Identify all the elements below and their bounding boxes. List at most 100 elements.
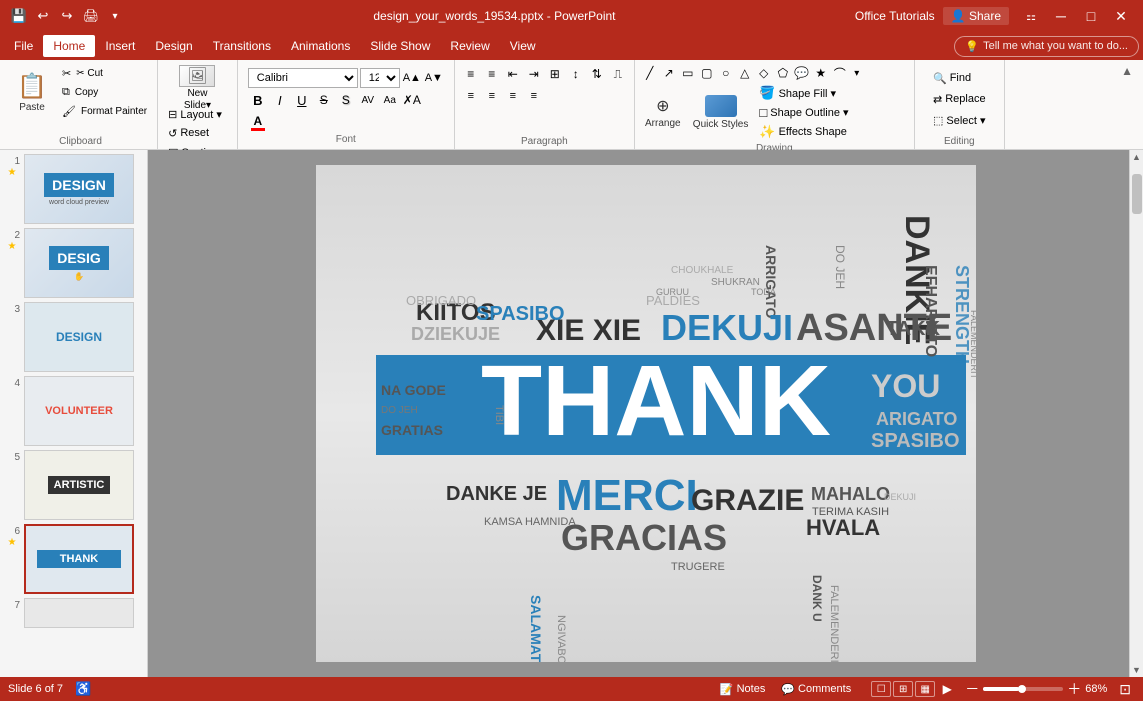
- text-direction-button[interactable]: ⇅: [587, 64, 607, 84]
- align-left-button[interactable]: ≡: [461, 86, 481, 106]
- strikethrough-button[interactable]: S: [314, 90, 334, 110]
- triangle-shape[interactable]: △: [736, 64, 754, 82]
- shadow-button[interactable]: S: [336, 90, 356, 110]
- char-spacing-button[interactable]: AV: [358, 90, 378, 110]
- slide-thumb-1[interactable]: DESIGN word cloud preview: [24, 154, 134, 224]
- menu-file[interactable]: File: [4, 35, 43, 57]
- arrow-shape[interactable]: ↗: [660, 64, 678, 82]
- scroll-thumb[interactable]: [1132, 174, 1142, 214]
- clear-formatting-button[interactable]: ✗A: [402, 90, 422, 110]
- slide-item-5[interactable]: 5 ★ ARTISTIC: [4, 450, 143, 520]
- decrease-font-btn[interactable]: A▼: [424, 68, 444, 88]
- menu-slideshow[interactable]: Slide Show: [360, 35, 440, 57]
- menu-home[interactable]: Home: [43, 35, 95, 57]
- copy-button[interactable]: ⧉ Copy: [58, 83, 151, 101]
- undo-button[interactable]: ↩: [32, 5, 54, 27]
- curved-shape[interactable]: ⌒: [831, 64, 849, 82]
- print-button[interactable]: 🖨: [80, 5, 102, 27]
- font-color-button[interactable]: A: [248, 112, 268, 132]
- font-family-select[interactable]: Calibri: [248, 68, 358, 88]
- menu-transitions[interactable]: Transitions: [203, 35, 281, 57]
- slide-item-1[interactable]: 1 ★ DESIGN word cloud preview: [4, 154, 143, 224]
- zoom-out-button[interactable]: －: [965, 679, 979, 699]
- paste-button[interactable]: 📋 Paste: [10, 64, 54, 120]
- office-tutorials-link[interactable]: Office Tutorials: [855, 9, 935, 23]
- fit-slide-button[interactable]: ⊡: [1115, 681, 1135, 698]
- change-case-button[interactable]: Aa: [380, 90, 400, 110]
- increase-font-btn[interactable]: A▲: [402, 68, 422, 88]
- slide-thumb-3[interactable]: DESIGN: [24, 302, 134, 372]
- slide-item-4[interactable]: 4 ★ VOLUNTEER: [4, 376, 143, 446]
- menu-design[interactable]: Design: [145, 35, 202, 57]
- arrange-button[interactable]: ⊕ Arrange: [641, 92, 685, 134]
- format-painter-button[interactable]: 🖌 Format Painter: [58, 102, 151, 120]
- ribbon-collapse-button[interactable]: ▲: [1117, 62, 1137, 80]
- slide-item-6[interactable]: 6 ★ THANK: [4, 524, 143, 594]
- center-button[interactable]: ≡: [482, 86, 502, 106]
- zoom-handle[interactable]: [1018, 685, 1026, 693]
- shape-fill-button[interactable]: 🪣 Shape Fill ▾: [756, 84, 851, 102]
- star-shape[interactable]: ★: [812, 64, 830, 82]
- shape-effects-button[interactable]: ✨ Effects Shape: [756, 123, 851, 141]
- bold-button[interactable]: B: [248, 90, 268, 110]
- menu-view[interactable]: View: [500, 35, 546, 57]
- slide-thumb-5[interactable]: ARTISTIC: [24, 450, 134, 520]
- increase-indent-button[interactable]: ⇥: [524, 64, 544, 84]
- shapes-more[interactable]: ▾: [850, 64, 864, 82]
- align-right-button[interactable]: ≡: [503, 86, 523, 106]
- slide-item-3[interactable]: 3 ★ DESIGN: [4, 302, 143, 372]
- slide-sorter-button[interactable]: ⊞: [893, 681, 913, 697]
- menu-insert[interactable]: Insert: [95, 35, 145, 57]
- slide-thumb-4[interactable]: VOLUNTEER: [24, 376, 134, 446]
- select-button[interactable]: ⬚ Select ▾: [929, 111, 990, 129]
- pentagon-shape[interactable]: ⬠: [774, 64, 792, 82]
- slideshow-button[interactable]: ▶: [937, 681, 957, 697]
- slide-thumb-6[interactable]: THANK: [24, 524, 134, 594]
- smartart-button[interactable]: ⎍: [608, 64, 628, 84]
- slide-item-7[interactable]: 7 ★: [4, 598, 143, 628]
- close-button[interactable]: ✕: [1107, 2, 1135, 30]
- line-shape[interactable]: ╱: [641, 64, 659, 82]
- zoom-in-button[interactable]: ＋: [1067, 679, 1081, 699]
- comments-button[interactable]: 💬 Comments: [777, 683, 855, 696]
- menu-review[interactable]: Review: [440, 35, 499, 57]
- menu-animations[interactable]: Animations: [281, 35, 360, 57]
- justify-button[interactable]: ≡: [524, 86, 544, 106]
- reading-view-button[interactable]: ▦: [915, 681, 935, 697]
- bullets-button[interactable]: ≡: [461, 64, 481, 84]
- cut-button[interactable]: ✂ ✂ Cut: [58, 64, 151, 82]
- restore-button[interactable]: ⚏: [1017, 2, 1045, 30]
- quick-styles-button[interactable]: Quick Styles: [689, 92, 753, 134]
- minimize-button[interactable]: ─: [1047, 2, 1075, 30]
- share-button[interactable]: 👤 Share: [943, 7, 1009, 25]
- layout-button[interactable]: ⊟ Layout ▾: [164, 105, 231, 123]
- new-slide-button[interactable]: 🖼 New Slide▾: [164, 64, 231, 104]
- zoom-track[interactable]: [983, 687, 1063, 691]
- normal-view-button[interactable]: ☐: [871, 681, 891, 697]
- slide-thumb-7[interactable]: [24, 598, 134, 628]
- notes-button[interactable]: 📝 Notes: [716, 683, 769, 696]
- maximize-button[interactable]: □: [1077, 2, 1105, 30]
- replace-button[interactable]: ⇄ Replace: [929, 90, 990, 108]
- redo-button[interactable]: ↪: [56, 5, 78, 27]
- callout-shape[interactable]: 💬: [793, 64, 811, 82]
- scroll-down-arrow[interactable]: ▼: [1130, 663, 1143, 677]
- slide-thumb-2[interactable]: DESIG ✋: [24, 228, 134, 298]
- oval-shape[interactable]: ○: [717, 64, 735, 82]
- slide-item-2[interactable]: 2 ★ DESIG ✋: [4, 228, 143, 298]
- reset-button[interactable]: ↺ Reset: [164, 124, 231, 142]
- decrease-indent-button[interactable]: ⇤: [503, 64, 523, 84]
- italic-button[interactable]: I: [270, 90, 290, 110]
- columns-button[interactable]: ⊞: [545, 64, 565, 84]
- find-button[interactable]: 🔍 Find: [929, 69, 975, 87]
- save-button[interactable]: 💾: [8, 5, 30, 27]
- font-size-select[interactable]: 12: [360, 68, 400, 88]
- rounded-rect-shape[interactable]: ▢: [698, 64, 716, 82]
- line-spacing-button[interactable]: ↕: [566, 64, 586, 84]
- underline-button[interactable]: U: [292, 90, 312, 110]
- tell-me-input[interactable]: 💡 Tell me what you want to do...: [954, 36, 1139, 57]
- rect-shape[interactable]: ▭: [679, 64, 697, 82]
- diamond-shape[interactable]: ◇: [755, 64, 773, 82]
- quick-access-dropdown[interactable]: ▾: [104, 5, 126, 27]
- numbering-button[interactable]: ≡: [482, 64, 502, 84]
